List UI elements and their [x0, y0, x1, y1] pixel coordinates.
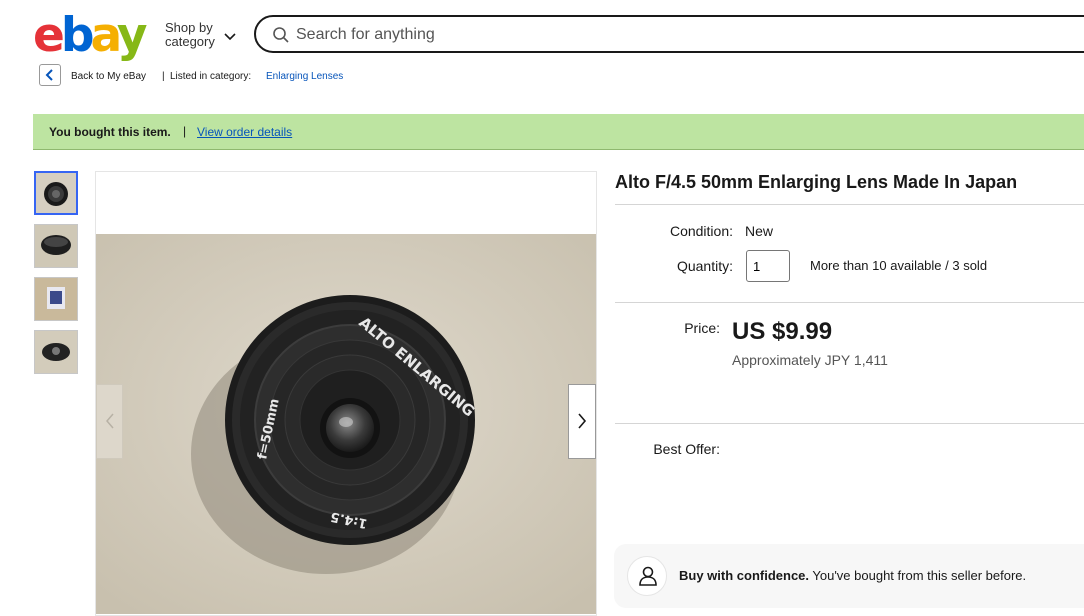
lens-box-image — [35, 278, 77, 320]
availability-text: More than 10 available / 3 sold — [810, 258, 988, 273]
price-value: US $9.99 — [732, 318, 833, 345]
best-offer-label: Best Offer: — [653, 441, 720, 457]
category-label: category — [165, 34, 215, 49]
confidence-bold: Buy with confidence. — [679, 568, 810, 583]
quantity-label: Quantity: — [676, 258, 733, 274]
lens-angle-image — [35, 331, 77, 373]
confidence-rest: You've bought from this seller before. — [809, 568, 1027, 583]
next-image-button[interactable] — [568, 384, 596, 459]
ebay-logo[interactable]: ebay — [33, 10, 147, 62]
purchase-banner — [33, 114, 1084, 150]
banner-separator: | — [183, 124, 187, 138]
shop-by-label: Shop by — [165, 20, 213, 35]
view-order-details-link[interactable]: View order details — [197, 125, 292, 139]
seller-icon-wrap — [627, 556, 667, 596]
listed-in-label: Listed in category: — [170, 71, 252, 82]
thumbnail-2[interactable] — [34, 224, 78, 268]
search-icon — [273, 27, 289, 43]
chevron-right-icon — [578, 413, 587, 429]
chevron-left-icon — [45, 69, 53, 81]
condition-label: Condition: — [669, 223, 733, 239]
search-input[interactable]: Search for anything — [296, 26, 435, 44]
bought-message: You bought this item. — [49, 125, 171, 139]
confidence-message: Buy with confidence. You've bought from … — [679, 568, 1026, 583]
breadcrumb-separator: | — [162, 71, 165, 82]
chevron-down-icon[interactable] — [222, 28, 238, 44]
category-link[interactable]: Enlarging Lenses — [266, 71, 343, 83]
divider — [615, 204, 1084, 205]
thumbnail-1[interactable] — [34, 171, 78, 215]
divider — [615, 302, 1084, 303]
price-label: Price: — [684, 320, 720, 336]
lens-front-image — [36, 173, 76, 213]
shop-by-category-button[interactable]: Shop by category — [165, 21, 215, 49]
quantity-input[interactable] — [746, 250, 790, 282]
main-product-image[interactable]: ALTO ENLARGING f=50mm 1:4.5 — [96, 234, 596, 614]
thumbnail-3[interactable] — [34, 277, 78, 321]
listing-title: Alto F/4.5 50mm Enlarging Lens Made In J… — [615, 172, 1018, 192]
chevron-left-icon — [106, 413, 114, 429]
lens-side-image — [35, 225, 77, 267]
back-button[interactable] — [39, 64, 61, 86]
back-to-my-ebay-link[interactable]: Back to My eBay — [71, 71, 146, 83]
thumbnail-4[interactable] — [34, 330, 78, 374]
divider — [615, 423, 1084, 424]
person-icon — [639, 566, 657, 586]
previous-image-button[interactable] — [96, 384, 123, 459]
condition-value: New — [745, 223, 774, 239]
approx-price: Approximately JPY 1,411 — [732, 352, 888, 368]
